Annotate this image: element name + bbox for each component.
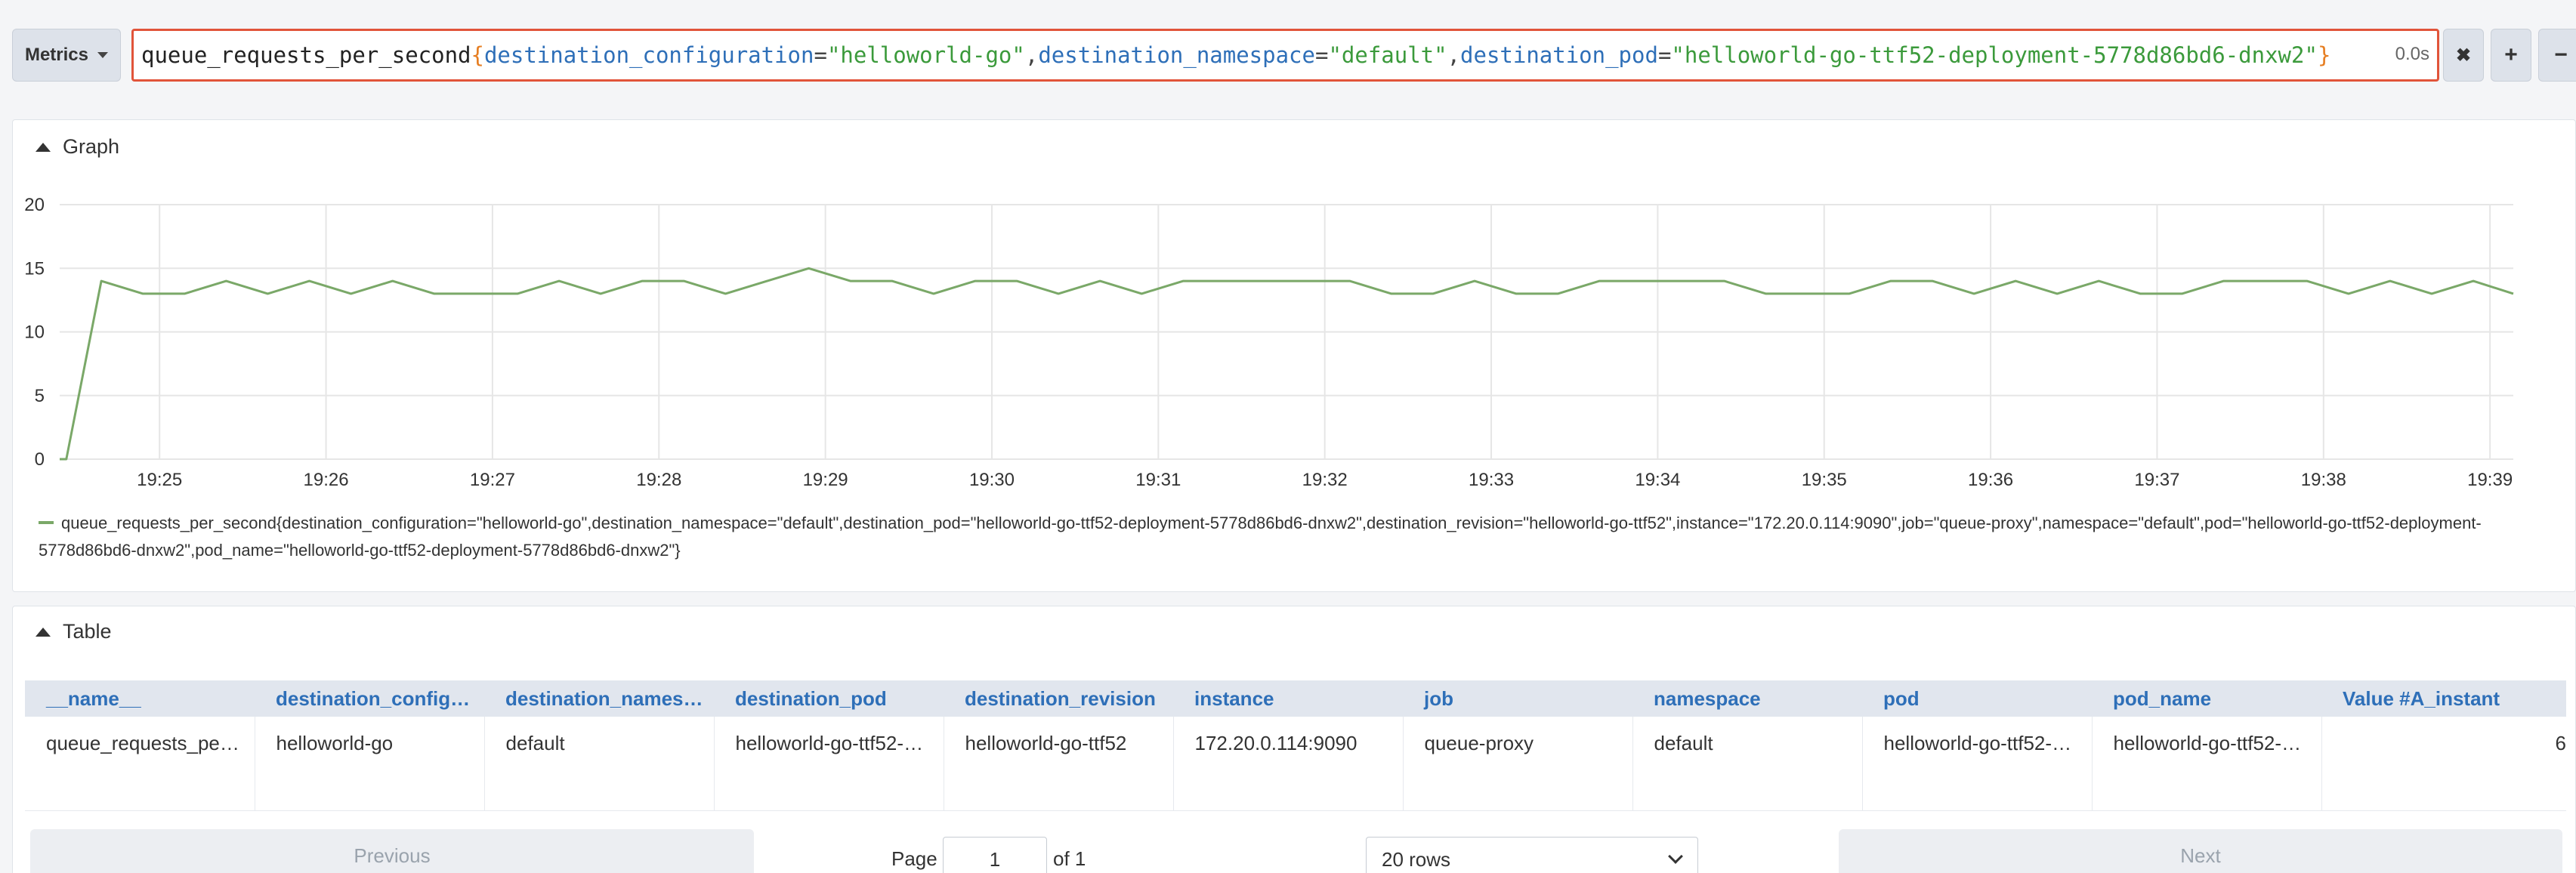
query-label-3: destination_pod bbox=[1460, 42, 1658, 68]
series-line bbox=[60, 267, 2514, 461]
plus-icon: + bbox=[2504, 42, 2518, 67]
table-cell: helloworld-go-ttf52-de… bbox=[2092, 717, 2322, 811]
caret-down-icon bbox=[97, 52, 109, 58]
query-value-1: "helloworld-go" bbox=[826, 42, 1025, 68]
x-tick-label: 19:33 bbox=[1469, 470, 1514, 490]
x-tick-label: 19:37 bbox=[2134, 470, 2179, 490]
clear-query-button[interactable]: ✖ bbox=[2443, 29, 2484, 82]
rows-per-page-select[interactable]: 20 rows bbox=[1366, 837, 1698, 873]
column-header[interactable]: destination_configura… bbox=[255, 680, 484, 717]
x-tick-label: 19:38 bbox=[2301, 470, 2346, 490]
next-page-button[interactable]: Next bbox=[1839, 829, 2562, 873]
query-open-brace: { bbox=[471, 42, 484, 68]
column-header[interactable]: Value #A_instant bbox=[2321, 680, 2566, 717]
table-cell: default bbox=[1632, 717, 1863, 811]
page-count-label: of 1 bbox=[1053, 847, 1086, 870]
legend-label: queue_requests_per_second{destination_co… bbox=[39, 514, 2482, 560]
table-cell: helloworld-go-ttf52-de… bbox=[1862, 717, 2093, 811]
rows-per-page-value: 20 rows bbox=[1382, 847, 1451, 871]
column-header[interactable]: destination_pod bbox=[714, 680, 944, 717]
close-icon: ✖ bbox=[2455, 45, 2472, 66]
table-cell: queue_requests_per_… bbox=[25, 717, 255, 811]
table-cell: helloworld-go-ttf52-de… bbox=[714, 717, 944, 811]
page-label: Page bbox=[891, 847, 937, 870]
column-header[interactable]: instance bbox=[1173, 680, 1403, 717]
column-header[interactable]: destination_namespace bbox=[484, 680, 714, 717]
table-cell: default bbox=[484, 717, 715, 811]
query-close-brace: } bbox=[2317, 42, 2331, 68]
column-header[interactable]: destination_revision bbox=[944, 680, 1173, 717]
query-input[interactable]: queue_requests_per_second{destination_co… bbox=[131, 29, 2439, 82]
query-metric: queue_requests_per_second bbox=[141, 42, 471, 68]
remove-query-button[interactable]: − bbox=[2538, 29, 2576, 82]
table-cell: helloworld-go bbox=[255, 717, 485, 811]
page-number-input[interactable] bbox=[943, 837, 1047, 873]
execution-time: 0.0s bbox=[2395, 44, 2429, 64]
x-tick-label: 19:32 bbox=[1302, 470, 1348, 490]
x-tick-label: 19:29 bbox=[803, 470, 848, 490]
y-tick-label: 0 bbox=[35, 449, 45, 470]
x-tick-label: 19:27 bbox=[470, 470, 515, 490]
table-cell: helloworld-go-ttf52 bbox=[944, 717, 1174, 811]
query-value-3: "helloworld-go-ttf52-deployment-5778d86b… bbox=[1671, 42, 2318, 68]
y-tick-label: 20 bbox=[24, 195, 45, 215]
table-heading: Table bbox=[63, 620, 112, 643]
x-tick-label: 19:35 bbox=[1802, 470, 1847, 490]
metrics-label: Metrics bbox=[24, 45, 89, 65]
legend-swatch bbox=[39, 521, 54, 525]
graph-legend[interactable]: queue_requests_per_second{destination_co… bbox=[39, 510, 2562, 564]
table-body: queue_requests_per_… helloworld-go default… bbox=[25, 717, 2566, 811]
column-header[interactable]: pod bbox=[1862, 680, 2092, 717]
table-cell: queue-proxy bbox=[1403, 717, 1633, 811]
x-tick-label: 19:28 bbox=[636, 470, 681, 490]
chevron-down-icon bbox=[1668, 849, 1683, 864]
x-tick-label: 19:25 bbox=[137, 470, 182, 490]
column-header[interactable]: __name__ bbox=[25, 680, 255, 717]
table-row: queue_requests_per_… helloworld-go default… bbox=[25, 717, 2566, 811]
y-tick-label: 10 bbox=[24, 322, 45, 343]
x-tick-label: 19:31 bbox=[1135, 470, 1181, 490]
query-label-2: destination_namespace bbox=[1038, 42, 1315, 68]
collapse-triangle-icon bbox=[36, 627, 51, 637]
x-tick-label: 19:26 bbox=[304, 470, 349, 490]
column-header[interactable]: job bbox=[1403, 680, 1632, 717]
x-tick-label: 19:34 bbox=[1635, 470, 1680, 490]
x-tick-label: 19:39 bbox=[2467, 470, 2513, 490]
x-tick-label: 19:36 bbox=[1968, 470, 2013, 490]
column-header[interactable]: pod_name bbox=[2092, 680, 2321, 717]
results-table: __name__ destination_configura… destinatio… bbox=[25, 680, 2566, 811]
table-panel-toggle[interactable]: Table bbox=[36, 620, 112, 643]
y-tick-label: 5 bbox=[35, 386, 45, 406]
minus-icon: − bbox=[2554, 42, 2568, 67]
query-value-2: "default" bbox=[1328, 42, 1447, 68]
query-label-1: destination_configuration bbox=[483, 42, 814, 68]
column-header[interactable]: namespace bbox=[1632, 680, 1862, 717]
x-tick-label: 19:30 bbox=[969, 470, 1015, 490]
y-tick-label: 15 bbox=[24, 258, 45, 279]
previous-page-button[interactable]: Previous bbox=[30, 829, 754, 873]
table-cell: 6 bbox=[2321, 717, 2566, 811]
graph-panel: Graph 0 5 10 15 20 19:25 19:26 19:27 19:28 19:29 1… bbox=[12, 119, 2576, 592]
time-series-chart: 0 5 10 15 20 19:25 19:26 19:27 19:28 19:29 19:30 19… bbox=[24, 195, 2514, 490]
add-query-button[interactable]: + bbox=[2491, 29, 2531, 82]
table-header-row: __name__ destination_configura… destinatio… bbox=[25, 680, 2566, 717]
table-cell: 172.20.0.114:9090 bbox=[1173, 717, 1404, 811]
metrics-dropdown-button[interactable]: Metrics bbox=[12, 29, 121, 82]
